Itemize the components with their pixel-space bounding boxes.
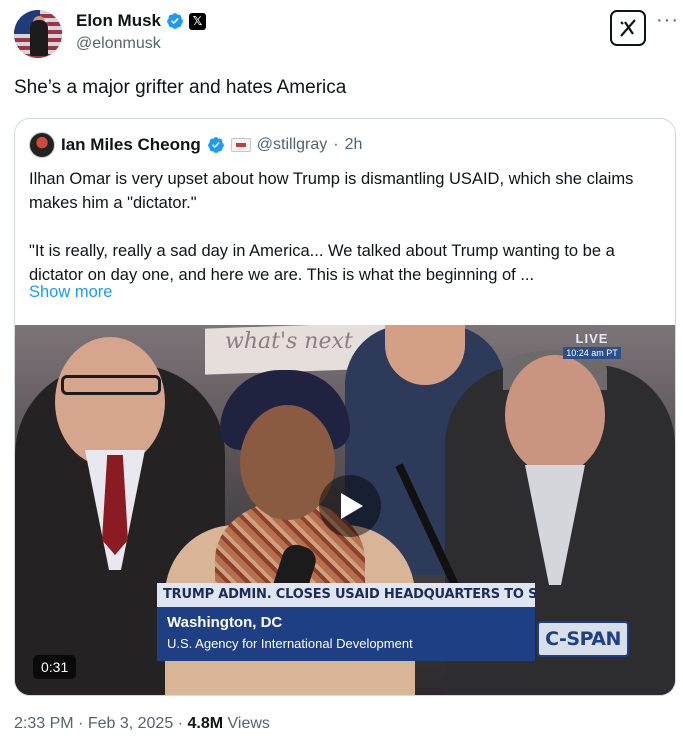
- verified-badge-icon[interactable]: [166, 12, 184, 30]
- quoted-tweet[interactable]: Ian Miles Cheong @stillgray · 2h Ilhan O…: [14, 118, 676, 696]
- live-time: 10:24 am PT: [563, 347, 621, 359]
- quote-display-name[interactable]: Ian Miles Cheong: [61, 135, 201, 155]
- news-info-bar: Washington, DC U.S. Agency for Internati…: [157, 607, 535, 661]
- quote-separator: ·: [333, 136, 339, 153]
- affiliate-badge-icon[interactable]: [230, 138, 251, 152]
- network-logo: C-SPAN: [537, 621, 629, 657]
- meta-separator: ·: [78, 715, 84, 732]
- background-sign-text: what's next: [225, 329, 353, 354]
- tweet-header: Elon Musk 𝕏 @elonmusk ···: [14, 8, 679, 58]
- play-button[interactable]: [319, 475, 381, 537]
- grok-icon: [620, 19, 636, 37]
- video-player[interactable]: what's next LIVE 10:24 am PT TRUMP ADMIN…: [15, 325, 675, 695]
- show-more-link[interactable]: Show more: [29, 283, 112, 302]
- quote-text: Ilhan Omar is very upset about how Trump…: [29, 167, 659, 287]
- tweet-meta: 2:33 PM · Feb 3, 2025 · 4.8M Views: [14, 715, 270, 733]
- quote-header: Ian Miles Cheong @stillgray · 2h: [29, 132, 363, 158]
- more-icon[interactable]: ···: [656, 10, 679, 30]
- video-duration: 0:31: [33, 655, 77, 679]
- grok-button[interactable]: [610, 10, 646, 46]
- news-agency: U.S. Agency for International Developmen…: [167, 636, 413, 651]
- post-date[interactable]: Feb 3, 2025: [88, 715, 173, 732]
- news-lower-third: TRUMP ADMIN. CLOSES USAID HEADQUARTERS T…: [157, 583, 535, 661]
- quote-author-avatar[interactable]: [29, 132, 55, 158]
- tweet-text: She’s a major grifter and hates America: [14, 77, 347, 98]
- live-badge: LIVE 10:24 am PT: [563, 332, 621, 362]
- live-label: LIVE: [575, 331, 609, 346]
- quote-time[interactable]: 2h: [345, 136, 363, 154]
- play-icon: [341, 493, 363, 519]
- quote-paragraph-1: Ilhan Omar is very upset about how Trump…: [29, 170, 634, 212]
- views-count[interactable]: 4.8M: [187, 715, 223, 732]
- post-time[interactable]: 2:33 PM: [14, 715, 74, 732]
- author-handle[interactable]: @elonmusk: [76, 35, 206, 53]
- news-headline: TRUMP ADMIN. CLOSES USAID HEADQUARTERS T…: [157, 583, 535, 607]
- author-names: Elon Musk 𝕏 @elonmusk: [76, 10, 207, 53]
- views-label: Views: [227, 715, 270, 732]
- quote-handle[interactable]: @stillgray: [257, 136, 327, 154]
- tweet-post: Elon Musk 𝕏 @elonmusk ··· She’s a major …: [0, 0, 683, 744]
- quote-paragraph-2: "It is really, really a sad day in Ameri…: [29, 242, 615, 284]
- verified-badge-icon[interactable]: [207, 136, 225, 154]
- author-avatar[interactable]: [14, 10, 62, 58]
- news-location: Washington, DC: [167, 614, 283, 631]
- meta-separator: ·: [177, 715, 184, 732]
- author-display-name[interactable]: Elon Musk: [76, 11, 161, 31]
- x-logo-icon[interactable]: 𝕏: [189, 12, 207, 30]
